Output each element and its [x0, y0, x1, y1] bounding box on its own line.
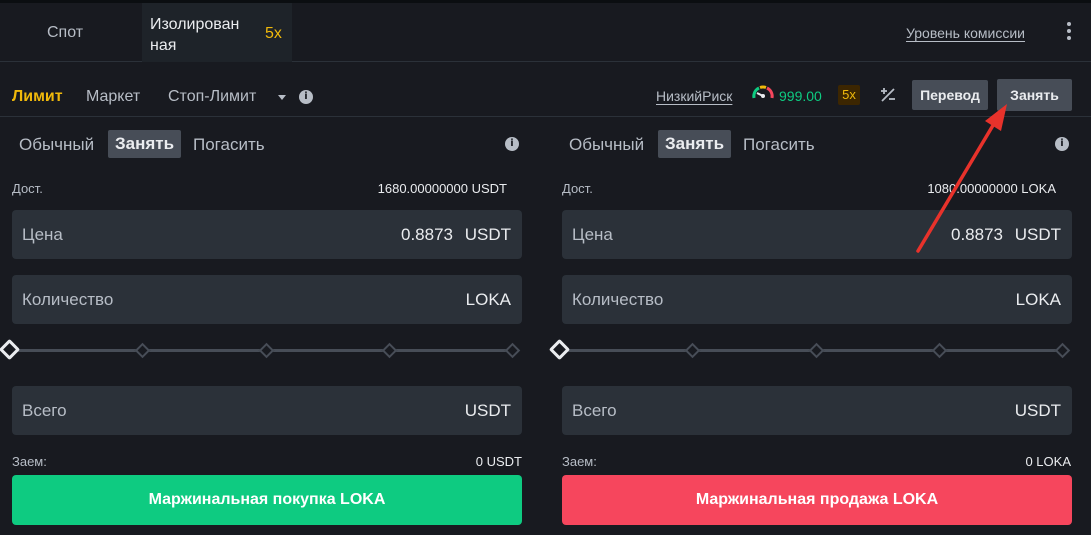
buy-price-value: 0.8873: [401, 225, 453, 244]
buy-loan-value: 0 USDT: [475, 454, 522, 469]
buy-total-unit: USDT: [464, 401, 511, 420]
sell-price-value: 0.8873: [951, 225, 1003, 244]
order-type-bar: Лимит Маркет Стоп-Лимит i НизкийРиск 999…: [0, 63, 1091, 117]
buy-available-value: 1680.00000000 USDT: [377, 181, 507, 196]
sell-loan-label: Заем:: [562, 454, 597, 469]
slider-handle[interactable]: [0, 338, 21, 361]
tab-spot[interactable]: Спот: [47, 24, 83, 42]
sell-mode-normal[interactable]: Обычный: [569, 135, 644, 155]
sell-available-label: Дост.: [562, 181, 593, 196]
info-icon[interactable]: i: [1055, 137, 1069, 151]
buy-amount-input[interactable]: Количество LOKA: [12, 275, 522, 324]
sell-price-input[interactable]: Цена 0.8873 USDT: [562, 210, 1072, 259]
slider-mark-75[interactable]: [381, 342, 398, 359]
buy-total-placeholder: Всего: [22, 401, 67, 420]
slider-mark-50[interactable]: [808, 342, 825, 359]
buy-amount-slider[interactable]: [0, 338, 521, 361]
buy-amount-placeholder: Количество: [22, 290, 114, 309]
leverage-badge[interactable]: 5x: [838, 85, 860, 105]
fee-level-link[interactable]: Уровень комиссии: [906, 25, 1025, 41]
tab-isolated[interactable]: Изолирован ная 5x: [142, 3, 292, 62]
tab-isolated-label: Изолирован ная: [150, 16, 240, 54]
margin-sell-button[interactable]: Маржинальная продажа LOKA: [562, 475, 1072, 525]
risk-gauge-icon: [752, 85, 774, 99]
sell-available-value: 1080.00000000 LOKA: [927, 181, 1056, 196]
sell-price-placeholder: Цена: [572, 225, 613, 244]
sell-loan-value: 0 LOKA: [1025, 454, 1071, 469]
buy-amount-unit: LOKA: [465, 290, 511, 309]
slider-mark-75[interactable]: [931, 342, 948, 359]
info-icon[interactable]: i: [505, 137, 519, 151]
order-type-market[interactable]: Маркет: [86, 88, 140, 106]
buy-mode-borrow[interactable]: Занять: [108, 130, 182, 158]
buy-price-unit: USDT: [464, 225, 511, 244]
sell-total-placeholder: Всего: [572, 401, 617, 420]
sell-total-unit: USDT: [1014, 401, 1061, 420]
buy-total-input[interactable]: Всего USDT: [12, 386, 522, 435]
risk-level-link[interactable]: НизкийРиск: [656, 88, 732, 104]
buy-loan-label: Заем:: [12, 454, 47, 469]
buy-available-label: Дост.: [12, 181, 43, 196]
sell-amount-slider[interactable]: [548, 338, 1071, 361]
sell-amount-unit: LOKA: [1015, 290, 1061, 309]
order-type-stop-limit[interactable]: Стоп-Лимит: [168, 88, 256, 106]
slider-mark-100[interactable]: [1054, 342, 1071, 359]
buy-mode-normal[interactable]: Обычный: [19, 135, 94, 155]
sell-price-unit: USDT: [1014, 225, 1061, 244]
sell-amount-placeholder: Количество: [572, 290, 664, 309]
margin-buy-button[interactable]: Маржинальная покупка LOKA: [12, 475, 522, 525]
slider-handle[interactable]: [548, 338, 571, 361]
tab-isolated-leverage: 5x: [265, 25, 282, 42]
slider-mark-50[interactable]: [258, 342, 275, 359]
calculator-icon[interactable]: [879, 86, 897, 104]
sell-total-input[interactable]: Всего USDT: [562, 386, 1072, 435]
sell-amount-input[interactable]: Количество LOKA: [562, 275, 1072, 324]
buy-mode-repay[interactable]: Погасить: [193, 135, 265, 155]
transfer-button[interactable]: Перевод: [912, 80, 988, 110]
buy-price-placeholder: Цена: [22, 225, 63, 244]
slider-mark-25[interactable]: [684, 342, 701, 359]
top-tab-bar: Спот Изолирован ная 5x Уровень комиссии: [0, 0, 1091, 62]
info-icon[interactable]: i: [299, 90, 313, 104]
more-options-icon[interactable]: [1066, 22, 1072, 42]
borrow-button[interactable]: Занять: [997, 79, 1072, 111]
buy-price-input[interactable]: Цена 0.8873 USDT: [12, 210, 522, 259]
buy-panel: Обычный Занять Погасить i Дост. 1680.000…: [0, 118, 530, 535]
order-type-limit[interactable]: Лимит: [12, 88, 63, 106]
sell-mode-borrow[interactable]: Занять: [658, 130, 732, 158]
risk-value: 999.00: [779, 88, 822, 104]
sell-mode-repay[interactable]: Погасить: [743, 135, 815, 155]
chevron-down-icon[interactable]: [278, 95, 286, 100]
slider-mark-100[interactable]: [504, 342, 521, 359]
sell-panel: Обычный Занять Погасить i Дост. 1080.000…: [548, 118, 1080, 535]
slider-mark-25[interactable]: [134, 342, 151, 359]
